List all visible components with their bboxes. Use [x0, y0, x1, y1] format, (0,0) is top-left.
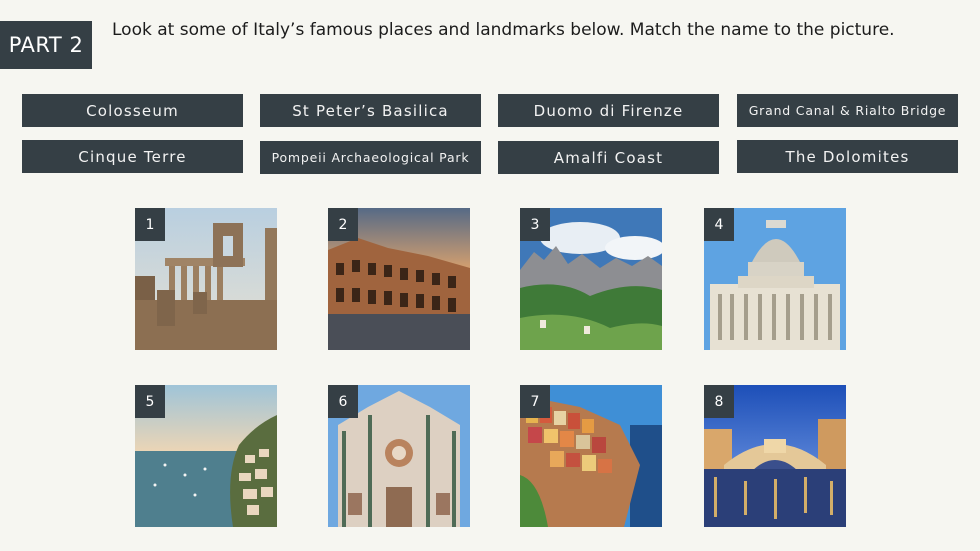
instruction-text: Look at some of Italy’s famous places an…	[112, 20, 895, 40]
picture-number: 3	[520, 208, 550, 241]
name-button-colosseum[interactable]: Colosseum	[22, 94, 243, 127]
name-button-pompeii[interactable]: Pompeii Archaeological Park	[260, 141, 481, 174]
picture-number: 4	[704, 208, 734, 241]
picture-number: 8	[704, 385, 734, 418]
picture-number: 7	[520, 385, 550, 418]
picture-5[interactable]: 5	[135, 385, 277, 527]
name-button-duomo-di-firenze[interactable]: Duomo di Firenze	[498, 94, 719, 127]
name-button-grand-canal-rialto[interactable]: Grand Canal & Rialto Bridge	[737, 94, 958, 127]
picture-1[interactable]: 1	[135, 208, 277, 350]
picture-4[interactable]: 4	[704, 208, 846, 350]
picture-8[interactable]: 8	[704, 385, 846, 527]
picture-number: 2	[328, 208, 358, 241]
picture-number: 6	[328, 385, 358, 418]
name-button-dolomites[interactable]: The Dolomites	[737, 140, 958, 173]
picture-3[interactable]: 3	[520, 208, 662, 350]
name-button-cinque-terre[interactable]: Cinque Terre	[22, 140, 243, 173]
picture-number: 1	[135, 208, 165, 241]
name-button-amalfi-coast[interactable]: Amalfi Coast	[498, 141, 719, 174]
part-label: PART 2	[0, 21, 92, 69]
picture-number: 5	[135, 385, 165, 418]
name-button-st-peters-basilica[interactable]: St Peter’s Basilica	[260, 94, 481, 127]
worksheet-page: PART 2 Look at some of Italy’s famous pl…	[0, 0, 980, 551]
picture-6[interactable]: 6	[328, 385, 470, 527]
picture-2[interactable]: 2	[328, 208, 470, 350]
picture-7[interactable]: 7	[520, 385, 662, 527]
